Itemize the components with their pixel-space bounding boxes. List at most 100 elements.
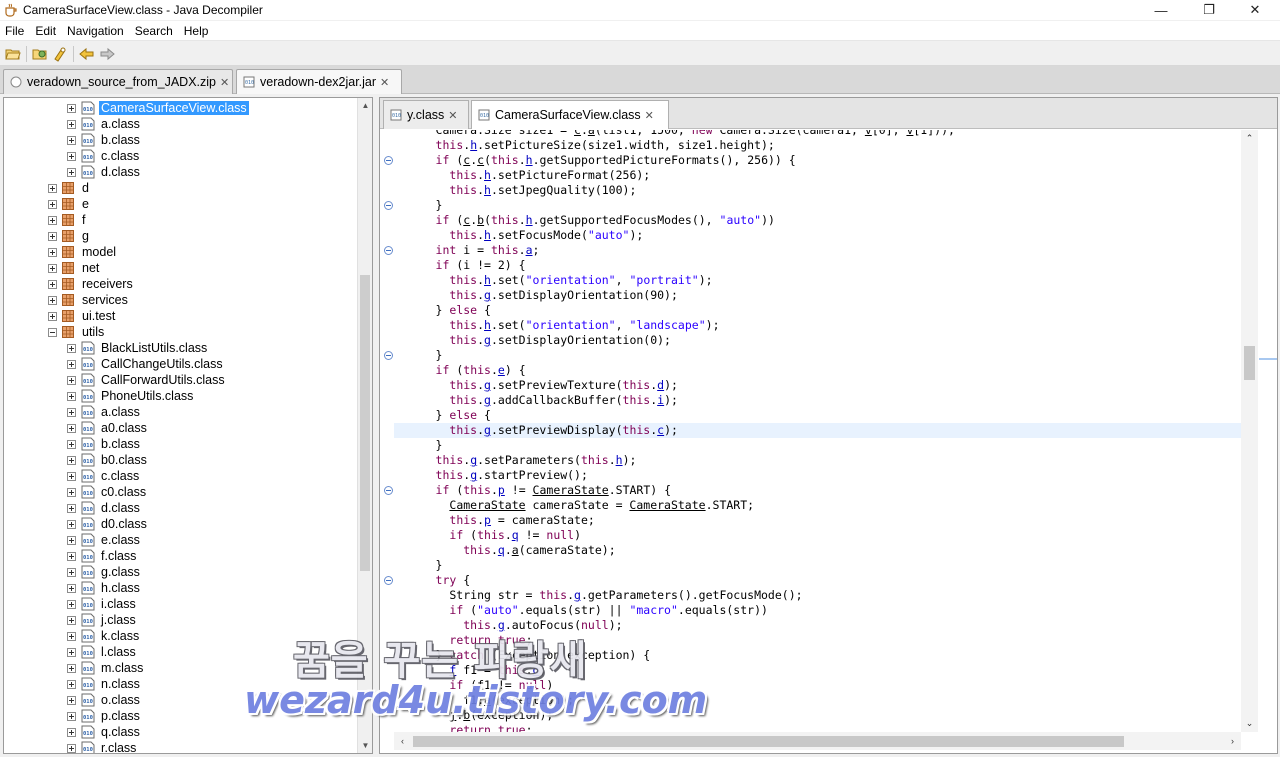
scroll-left-arrow-icon[interactable]: ‹ [394,732,411,750]
code-line[interactable]: } else { [394,303,1241,318]
expand-icon[interactable] [67,743,76,753]
tree-class-item[interactable]: 010 a0.class [67,420,149,436]
expand-icon[interactable] [67,503,76,513]
tree-class-item[interactable]: 010 CallChangeUtils.class [67,356,225,372]
code-line[interactable]: } [394,198,1241,213]
close-icon[interactable]: ✕ [380,76,389,89]
tree-class-item[interactable]: 010 a.class [67,404,142,420]
menu-edit[interactable]: Edit [30,24,62,38]
expand-icon[interactable] [67,535,76,545]
expand-icon[interactable] [67,359,76,369]
tree-class-item[interactable]: 010 f.class [67,548,138,564]
code-line[interactable]: CameraState cameraState = CameraState.ST… [394,498,1241,513]
close-window-button[interactable]: ✕ [1232,0,1278,20]
close-icon[interactable]: ✕ [448,109,457,122]
expand-icon[interactable] [67,711,76,721]
code-line[interactable]: this.q.a(cameraState); [394,543,1241,558]
open-type-button[interactable] [30,44,50,64]
tree-class-item[interactable]: 010 d.class [67,500,142,516]
editor-vertical-scrollbar[interactable]: ⌃ ⌄ [1241,130,1258,732]
tree-package-item[interactable]: receivers [48,276,135,292]
menu-navigation[interactable]: Navigation [62,24,130,38]
code-line[interactable]: this.h.setJpegQuality(100); [394,183,1241,198]
tab-camerasurfaceview-class[interactable]: 010 CameraSurfaceView.class ✕ [471,100,669,129]
expand-icon[interactable] [48,199,57,209]
tree-class-item[interactable]: 010 k.class [67,628,141,644]
code-line[interactable]: if (this.q != null) [394,528,1241,543]
scroll-down-arrow-icon[interactable]: ▼ [358,738,372,753]
editor-horizontal-scrollbar[interactable]: ‹ › [394,732,1241,750]
expand-icon[interactable] [67,375,76,385]
tree-package-item[interactable]: net [48,260,101,276]
code-line[interactable]: this.h.set("orientation", "portrait"); [394,273,1241,288]
tree-package-item[interactable]: ui.test [48,308,117,324]
code-line[interactable]: } [394,558,1241,573]
expand-icon[interactable] [67,391,76,401]
expand-icon[interactable] [67,151,76,161]
tree-class-item[interactable]: 010 d.class [67,164,142,180]
expand-icon[interactable] [67,167,76,177]
expand-icon[interactable] [67,615,76,625]
expand-icon[interactable] [67,679,76,689]
code-line[interactable]: this.p = cameraState; [394,513,1241,528]
tree-class-item[interactable]: 010 CameraSurfaceView.class [67,100,249,116]
expand-icon[interactable] [48,247,57,257]
expand-icon[interactable] [67,407,76,417]
search-button[interactable] [50,44,70,64]
expand-icon[interactable] [67,567,76,577]
tree-class-item[interactable]: 010 PhoneUtils.class [67,388,195,404]
tree-class-item[interactable]: 010 c0.class [67,484,148,500]
expand-icon[interactable] [67,647,76,657]
fold-collapse-icon[interactable] [384,201,393,210]
code-line[interactable]: if (this.e) { [394,363,1241,378]
tab-archive-jar[interactable]: 010 veradown-dex2jar.jar ✕ [236,69,402,94]
tree-class-item[interactable]: 010 r.class [67,740,138,753]
expand-icon[interactable] [48,263,57,273]
code-line[interactable]: if (i != 2) { [394,258,1241,273]
menu-file[interactable]: File [0,24,30,38]
code-line[interactable]: this.g.setDisplayOrientation(0); [394,333,1241,348]
maximize-button[interactable]: ❐ [1186,0,1232,20]
expand-icon[interactable] [67,583,76,593]
code-line[interactable]: try { [394,573,1241,588]
tree-class-item[interactable]: 010 j.class [67,612,138,628]
fold-collapse-icon[interactable] [384,156,393,165]
tree-class-item[interactable]: 010 n.class [67,676,142,692]
scroll-right-arrow-icon[interactable]: › [1224,732,1241,750]
code-line[interactable]: this.h.setPictureSize(size1.width, size1… [394,138,1241,153]
expand-icon[interactable] [48,231,57,241]
tree-class-item[interactable]: 010 e.class [67,532,142,548]
code-line[interactable]: Camera.Size size1 = c.a(list1, 1500, new… [394,130,1241,138]
forward-button[interactable] [97,44,117,64]
close-icon[interactable]: ✕ [645,109,654,122]
code-line[interactable]: } [394,438,1241,453]
expand-icon[interactable] [67,343,76,353]
tree-package-item[interactable]: g [48,228,91,244]
code-line[interactable]: this.g.setParameters(this.h); [394,453,1241,468]
expand-icon[interactable] [67,439,76,449]
expand-icon[interactable] [67,663,76,673]
tree-class-item[interactable]: 010 h.class [67,580,142,596]
code-line[interactable]: this.g.setPreviewTexture(this.d); [394,378,1241,393]
expand-icon[interactable] [67,519,76,529]
scroll-down-arrow-icon[interactable]: ⌄ [1241,715,1258,732]
code-line[interactable]: this.h.setPictureFormat(256); [394,168,1241,183]
tree-class-item[interactable]: 010 d0.class [67,516,149,532]
menu-search[interactable]: Search [130,24,179,38]
tree-class-item[interactable]: 010 BlackListUtils.class [67,340,209,356]
code-line[interactable]: this.g.setPreviewDisplay(this.c); [394,423,1241,438]
expand-icon[interactable] [48,279,57,289]
tree-class-item[interactable]: 010 i.class [67,596,138,612]
code-line[interactable]: int i = this.a; [394,243,1241,258]
overview-ruler[interactable] [1259,130,1277,732]
code-line[interactable]: this.g.startPreview(); [394,468,1241,483]
expand-icon[interactable] [67,695,76,705]
code-line[interactable]: return true; [394,723,1241,732]
expand-icon[interactable] [67,423,76,433]
expand-icon[interactable] [67,487,76,497]
tree-class-item[interactable]: 010 g.class [67,564,142,580]
scroll-thumb[interactable] [1244,346,1255,380]
expand-icon[interactable] [67,471,76,481]
tree-class-item[interactable]: 010 q.class [67,724,142,740]
expand-icon[interactable] [48,295,57,305]
